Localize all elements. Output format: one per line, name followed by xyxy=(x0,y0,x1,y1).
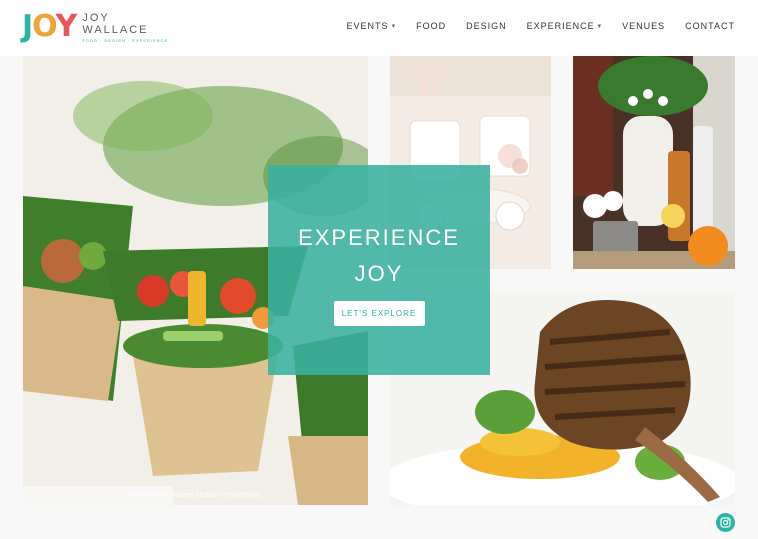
logo-text: JOY WALLACE FOOD · DESIGN · EXPERIENCE xyxy=(82,12,168,43)
hero-title-line2: JOY xyxy=(354,261,404,286)
nav-item-experience[interactable]: EXPERIENCE ▾ xyxy=(527,21,603,31)
nav-item-venues[interactable]: VENUES xyxy=(622,21,665,31)
brand-logo[interactable]: JOY JOY WALLACE FOOD · DESIGN · EXPERIEN… xyxy=(22,9,168,45)
hero-overlay: EXPERIENCE JOY LET'S EXPLORE xyxy=(268,165,490,375)
chevron-down-icon: ▾ xyxy=(597,23,603,30)
bar-display-photo xyxy=(573,56,735,269)
photo-credit: Photo Credit: Robert Meldon Photography xyxy=(130,492,261,499)
bar-display-illustration xyxy=(573,56,735,269)
instagram-button[interactable] xyxy=(716,513,735,532)
brand-name-line2: WALLACE xyxy=(82,23,149,36)
main-nav: EVENTS ▾ FOOD DESIGN EXPERIENCE ▾ VENUES C… xyxy=(327,21,735,31)
nav-item-design[interactable]: DESIGN xyxy=(466,21,507,31)
brand-tagline: FOOD · DESIGN · EXPERIENCE xyxy=(82,37,169,43)
site-header: JOY JOY WALLACE FOOD · DESIGN · EXPERIEN… xyxy=(0,0,758,56)
instagram-icon xyxy=(720,517,731,528)
nav-item-contact[interactable]: CONTACT xyxy=(685,21,735,31)
chevron-down-icon: ▾ xyxy=(391,23,397,30)
brand-name-line1: JOY xyxy=(82,11,110,24)
lets-explore-button[interactable]: LET'S EXPLORE xyxy=(333,301,425,326)
nav-item-food[interactable]: FOOD xyxy=(416,21,446,31)
nav-item-events[interactable]: EVENTS ▾ xyxy=(347,21,397,31)
logo-mark: JOY xyxy=(22,9,77,44)
hero-title-line1: EXPERIENCE xyxy=(298,225,460,250)
